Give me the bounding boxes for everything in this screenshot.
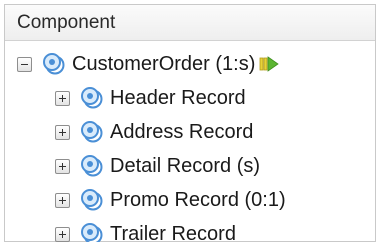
tree-node-label: Promo Record (0:1) <box>110 188 286 211</box>
tree-node-label: Address Record <box>110 120 254 143</box>
tree-node-label: Detail Record (s) <box>110 154 261 177</box>
tree-node-customer-order[interactable]: CustomerOrder (1:s) <box>17 47 280 81</box>
component-node-icon <box>81 189 103 211</box>
expand-toggle[interactable] <box>55 124 70 140</box>
component-tree-panel: Component CustomerOrder (1:s) Header Rec… <box>4 4 376 242</box>
expand-toggle[interactable] <box>55 158 70 174</box>
component-node-icon <box>81 155 103 177</box>
component-node-icon <box>81 121 103 143</box>
tree-node-promo-record[interactable]: Promo Record (0:1) <box>55 183 286 217</box>
column-header-label: Component <box>17 11 116 33</box>
tree-node-address-record[interactable]: Address Record <box>55 115 253 149</box>
tree-node-label: CustomerOrder (1:s) <box>72 52 256 75</box>
component-node-icon <box>81 223 103 242</box>
tree-node-trailer-record[interactable]: Trailer Record <box>55 217 236 242</box>
run-arrow-icon <box>259 56 280 72</box>
tree-node-label: Trailer Record <box>110 222 236 242</box>
component-node-icon <box>43 53 65 75</box>
column-header-component[interactable]: Component <box>5 5 375 41</box>
expand-toggle[interactable] <box>55 226 70 242</box>
tree-node-detail-record[interactable]: Detail Record (s) <box>55 149 260 183</box>
expand-toggle[interactable] <box>55 90 70 106</box>
expand-toggle[interactable] <box>55 192 70 208</box>
collapse-toggle[interactable] <box>17 56 32 72</box>
component-node-icon <box>81 87 103 109</box>
tree-node-header-record[interactable]: Header Record <box>55 81 246 115</box>
tree-node-label: Header Record <box>110 86 246 109</box>
